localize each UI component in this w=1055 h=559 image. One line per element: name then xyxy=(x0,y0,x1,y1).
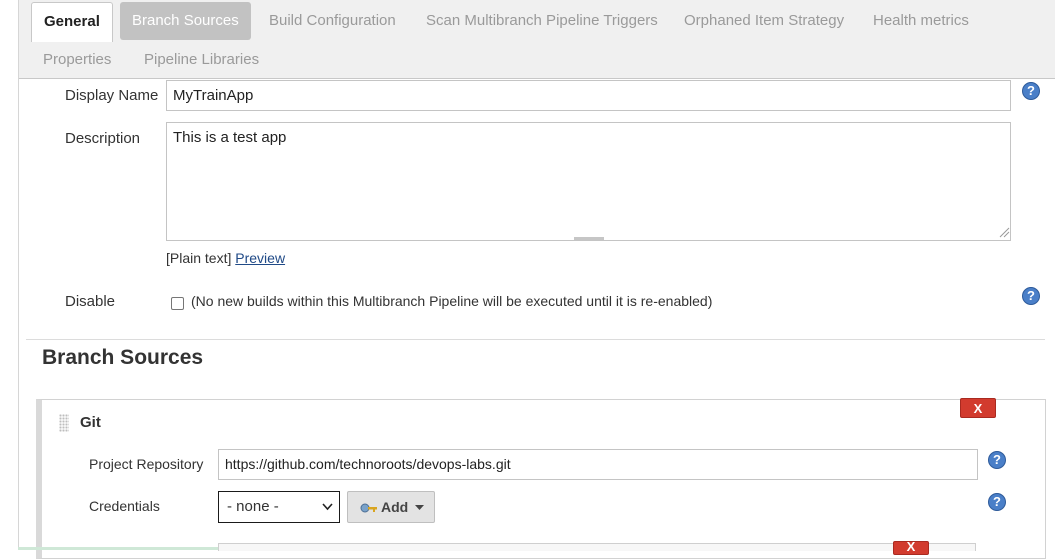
disable-checkbox[interactable] xyxy=(171,297,184,310)
tab-scan-multibranch-pipeline-triggers[interactable]: Scan Multibranch Pipeline Triggers xyxy=(414,2,670,40)
help-icon[interactable]: ? xyxy=(1022,287,1040,305)
drag-handle-icon[interactable] xyxy=(59,414,69,432)
disable-label: Disable xyxy=(65,293,116,310)
project-repository-input[interactable]: https://github.com/technoroots/devops-la… xyxy=(218,449,978,480)
chevron-down-icon xyxy=(322,503,333,511)
description-label: Description xyxy=(65,130,141,147)
add-credentials-button[interactable]: Add xyxy=(347,491,435,523)
config-tab-bar: General Branch Sources Build Configurati… xyxy=(19,0,1055,79)
delete-source-button[interactable]: X xyxy=(960,398,996,418)
plain-text-note: [Plain text] Preview xyxy=(166,250,285,266)
section-divider xyxy=(26,339,1045,340)
tab-health-metrics[interactable]: Health metrics xyxy=(861,2,981,40)
project-repository-label: Project Repository xyxy=(89,456,204,472)
tab-properties[interactable]: Properties xyxy=(31,41,123,79)
textarea-drag-bar[interactable] xyxy=(574,237,604,240)
credentials-selected-value: - none - xyxy=(227,498,279,515)
credentials-label: Credentials xyxy=(89,498,160,514)
display-name-input[interactable]: MyTrainApp xyxy=(166,80,1011,111)
caret-down-icon xyxy=(415,505,424,510)
page-left-border xyxy=(18,0,19,550)
description-textarea[interactable]: This is a test app xyxy=(166,122,1011,241)
display-name-label: Display Name xyxy=(65,87,159,104)
key-icon xyxy=(360,503,377,513)
plain-text-label: [Plain text] xyxy=(166,250,232,266)
tab-branch-sources[interactable]: Branch Sources xyxy=(120,2,251,40)
branch-sources-title: Branch Sources xyxy=(42,346,204,369)
help-icon[interactable]: ? xyxy=(988,493,1006,511)
tab-pipeline-libraries[interactable]: Pipeline Libraries xyxy=(132,41,271,79)
disable-note: (No new builds within this Multibranch P… xyxy=(191,293,713,309)
preview-link[interactable]: Preview xyxy=(235,250,285,266)
help-icon[interactable]: ? xyxy=(988,451,1006,469)
tab-general[interactable]: General xyxy=(31,2,113,42)
resize-handle-icon[interactable] xyxy=(998,226,1010,238)
help-icon[interactable]: ? xyxy=(1022,82,1040,100)
delete-behaviour-button[interactable]: X xyxy=(893,540,929,555)
git-title: Git xyxy=(80,414,101,431)
credentials-select[interactable]: - none - xyxy=(218,491,340,523)
tab-build-configuration[interactable]: Build Configuration xyxy=(257,2,408,40)
tab-orphaned-item-strategy[interactable]: Orphaned Item Strategy xyxy=(672,2,856,40)
add-button-label: Add xyxy=(381,499,409,515)
